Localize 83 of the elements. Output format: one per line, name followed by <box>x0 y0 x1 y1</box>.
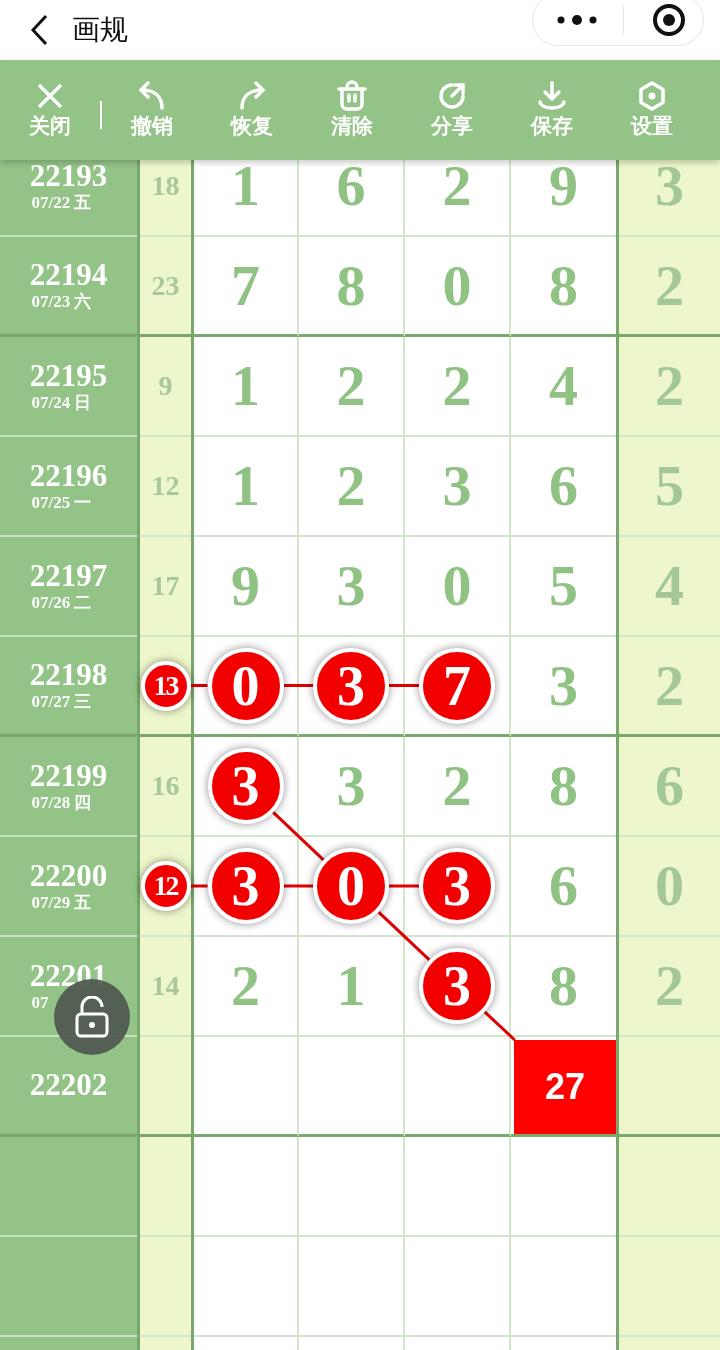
issue-number: 22196 <box>29 458 108 493</box>
digit: 2 <box>655 656 684 715</box>
digit: 2 <box>442 160 472 215</box>
issue-number: 22197 <box>29 558 108 593</box>
digit: 1 <box>336 957 366 1015</box>
digit: 5 <box>549 557 578 615</box>
more-icon[interactable] <box>557 14 597 26</box>
connector-line <box>283 684 313 687</box>
sum-box: 27 <box>514 1040 616 1134</box>
digit: 0 <box>442 557 472 615</box>
sum-number: 18 <box>151 172 180 200</box>
number-ball[interactable]: 12 <box>140 861 191 911</box>
draw-date: 07 <box>31 992 50 1014</box>
digit: 3 <box>549 656 578 715</box>
connector-line <box>389 884 419 888</box>
number-ball[interactable]: 13 <box>140 660 191 711</box>
digit: 0 <box>655 857 684 915</box>
connector-line <box>283 884 313 888</box>
issue-number: 22199 <box>29 758 108 793</box>
connector-line <box>483 1010 516 1042</box>
download-icon <box>536 80 568 113</box>
back-icon[interactable] <box>30 14 48 46</box>
sum-number: 16 <box>151 772 180 800</box>
digit: 1 <box>231 457 260 515</box>
digit: 2 <box>655 357 684 415</box>
digit: 4 <box>549 357 578 415</box>
connector-line <box>377 911 431 961</box>
draw-date: 07/28 四 <box>31 792 93 814</box>
target-icon[interactable] <box>652 3 686 37</box>
digit: 1 <box>231 357 260 415</box>
digit: 6 <box>549 457 578 515</box>
issue-number: 22201 <box>29 958 108 993</box>
sum-number: 12 <box>151 472 180 500</box>
digit: 8 <box>549 256 578 315</box>
sum-number: 9 <box>158 372 173 400</box>
draw-date: 07/27 三 <box>31 692 93 713</box>
digit: 2 <box>655 256 684 315</box>
digit: 8 <box>336 256 366 315</box>
sum-number: 17 <box>151 572 180 600</box>
lock-icon <box>74 996 110 1038</box>
connector-line <box>272 811 325 861</box>
digit: 0 <box>442 256 472 315</box>
page-title: 画规 <box>72 12 128 48</box>
draw-date: 07/22 五 <box>31 192 93 214</box>
draw-date: 07/25 一 <box>31 492 93 514</box>
sum-number: 23 <box>151 271 180 300</box>
sum-number: 14 <box>151 972 180 1000</box>
connector-line <box>389 684 419 687</box>
digit: 3 <box>336 757 366 815</box>
draw-date: 07/23 六 <box>31 292 93 313</box>
digit: 6 <box>549 857 578 915</box>
digit: 9 <box>549 160 578 215</box>
digit: 3 <box>655 160 684 215</box>
digit: 4 <box>655 557 684 615</box>
draw-date: 07/24 日 <box>31 392 93 414</box>
draw-date: 07/29 五 <box>31 892 93 914</box>
issue-number: 22193 <box>29 160 108 193</box>
digit: 5 <box>655 457 684 515</box>
issue-number: 22200 <box>29 858 108 893</box>
digit: 2 <box>336 357 366 415</box>
issue-number: 22202 <box>29 1068 108 1103</box>
draw-date: 07/26 二 <box>31 592 93 614</box>
digit: 2 <box>442 357 472 415</box>
digit: 6 <box>336 160 366 215</box>
issue-number: 22194 <box>29 258 108 293</box>
digit: 2 <box>655 957 684 1015</box>
digit: 8 <box>549 957 578 1015</box>
digit: 2 <box>442 757 472 815</box>
issue-number: 22195 <box>29 358 108 393</box>
digit: 3 <box>442 457 472 515</box>
issue-number: 22198 <box>29 658 108 693</box>
connector-line <box>190 884 208 888</box>
digit: 7 <box>231 256 260 315</box>
digit: 6 <box>655 757 684 815</box>
connector-line <box>190 684 208 687</box>
digit: 3 <box>336 557 366 615</box>
digit: 9 <box>231 557 260 615</box>
settings-icon <box>636 80 668 113</box>
digit: 8 <box>549 757 578 815</box>
digit: 1 <box>231 160 260 215</box>
digit: 2 <box>231 957 260 1015</box>
basket-icon <box>336 80 368 113</box>
digit: 2 <box>336 457 366 515</box>
